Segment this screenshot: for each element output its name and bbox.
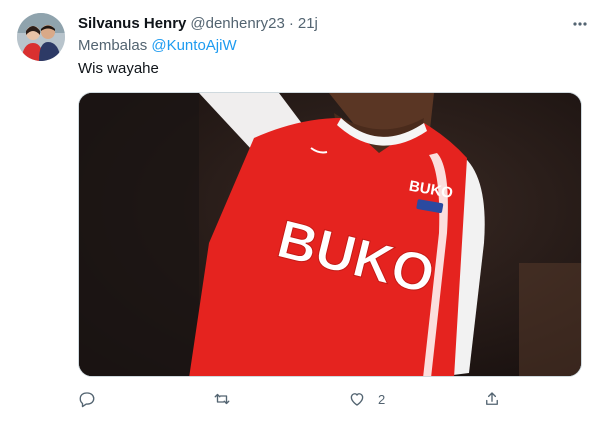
display-name[interactable]: Silvanus Henry: [78, 15, 186, 32]
timestamp[interactable]: 21j: [298, 15, 318, 32]
like-count: 2: [378, 391, 386, 407]
tweet-text: Wis wayahe: [78, 60, 159, 77]
reply-mention-link[interactable]: @KuntoAjiW: [151, 37, 236, 54]
like-button[interactable]: 2: [348, 390, 483, 408]
like-icon: [350, 393, 364, 406]
reply-prefix: Membalas: [78, 37, 152, 54]
retweet-button[interactable]: [213, 390, 348, 408]
reply-button[interactable]: [78, 390, 213, 408]
user-handle[interactable]: @denhenry23: [190, 15, 284, 32]
retweet-icon: [214, 393, 230, 405]
tweet-actions: 2: [78, 386, 518, 412]
more-icon: [573, 22, 587, 26]
tweet-card[interactable]: Silvanus Henry @denhenry23 · 21j Membala…: [0, 0, 604, 422]
reply-icon: [79, 392, 95, 408]
avatar[interactable]: [17, 13, 65, 61]
tweet-media-image[interactable]: BUKO BUKO: [78, 92, 582, 377]
more-options-button[interactable]: [570, 14, 590, 34]
share-icon: [486, 392, 498, 405]
share-button[interactable]: [483, 390, 513, 408]
tweet-header: Silvanus Henry @denhenry23 · 21j: [78, 12, 584, 34]
separator-dot: ·: [288, 14, 294, 32]
tweet-content: Silvanus Henry @denhenry23 · 21j Membala…: [78, 12, 584, 80]
reply-context: Membalas @KuntoAjiW: [78, 35, 584, 57]
